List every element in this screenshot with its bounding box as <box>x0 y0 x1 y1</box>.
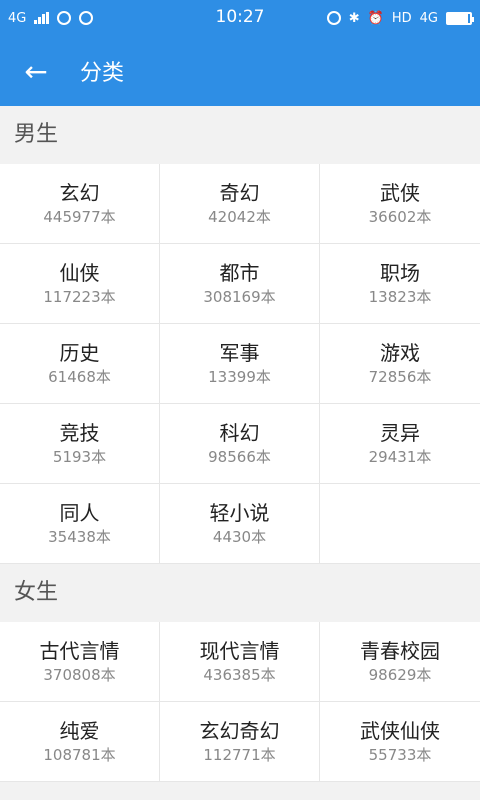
category-item[interactable]: 仙侠 117223本 <box>0 244 160 324</box>
category-name: 纯爱 <box>59 719 100 743</box>
sync-icon <box>57 11 72 25</box>
battery-icon <box>446 11 474 25</box>
category-item[interactable]: 军事 13399本 <box>160 324 320 404</box>
category-item[interactable]: 历史 61468本 <box>0 324 160 404</box>
status-left: 4G <box>8 10 94 26</box>
category-name: 青春校园 <box>360 639 440 663</box>
category-item[interactable]: 武侠仙侠 55733本 <box>320 702 480 782</box>
signal-icon <box>34 12 50 24</box>
category-count: 4430本 <box>212 528 267 546</box>
location-icon <box>79 11 94 25</box>
category-name: 灵异 <box>380 421 420 445</box>
category-name: 游戏 <box>380 341 420 365</box>
category-name: 同人 <box>59 501 100 525</box>
category-name: 古代言情 <box>39 639 120 663</box>
empty-cell <box>320 484 480 564</box>
category-name: 玄幻奇幻 <box>199 719 280 743</box>
category-item[interactable]: 竞技 5193本 <box>0 404 160 484</box>
category-count: 29431本 <box>368 448 432 466</box>
category-item[interactable]: 职场 13823本 <box>320 244 480 324</box>
category-count: 13823本 <box>368 288 432 306</box>
battery-level <box>448 13 468 23</box>
category-count: 36602本 <box>368 208 432 226</box>
category-count: 308169本 <box>203 288 276 306</box>
category-count: 117223本 <box>43 288 116 306</box>
arrow-left-icon: ← <box>24 54 48 88</box>
category-name: 历史 <box>59 341 100 365</box>
category-name: 科幻 <box>219 421 260 445</box>
status-time: 10:27 <box>215 7 265 27</box>
hd-label: HD <box>391 10 412 26</box>
category-item[interactable]: 武侠 36602本 <box>320 164 480 244</box>
category-name: 都市 <box>219 261 260 285</box>
category-name: 现代言情 <box>199 639 280 663</box>
category-name: 军事 <box>219 341 260 365</box>
category-item[interactable]: 纯爱 108781本 <box>0 702 160 782</box>
category-content[interactable]: 男生玄幻 445977本 奇幻 42042本 武侠 36602本仙侠 117223本 都市 30… <box>0 106 480 782</box>
category-count: 445977本 <box>43 208 116 226</box>
category-grid: 古代言情 370808本 现代言情 436385本 青春校园 98629本纯爱 108781… <box>0 622 480 782</box>
category-item[interactable]: 同人 35438本 <box>0 484 160 564</box>
category-count: 436385本 <box>203 666 276 684</box>
category-item[interactable]: 轻小说 4430本 <box>160 484 320 564</box>
category-count: 370808本 <box>43 666 116 684</box>
category-item[interactable]: 现代言情 436385本 <box>160 622 320 702</box>
category-count: 55733本 <box>368 746 432 764</box>
category-name: 玄幻 <box>59 181 100 205</box>
back-button[interactable]: ← <box>0 36 72 106</box>
category-count: 112771本 <box>203 746 276 764</box>
section-title: 女生 <box>0 564 480 622</box>
category-item[interactable]: 玄幻 445977本 <box>0 164 160 244</box>
category-name: 武侠 <box>380 181 420 205</box>
category-count: 35438本 <box>48 528 111 546</box>
category-count: 72856本 <box>368 368 432 386</box>
category-count: 98629本 <box>368 666 432 684</box>
page-title: 分类 <box>80 61 125 86</box>
category-name: 仙侠 <box>59 261 100 285</box>
category-item[interactable]: 科幻 98566本 <box>160 404 320 484</box>
category-count: 108781本 <box>43 746 116 764</box>
category-item[interactable]: 青春校园 98629本 <box>320 622 480 702</box>
category-item[interactable]: 游戏 72856本 <box>320 324 480 404</box>
category-name: 竞技 <box>59 421 100 445</box>
status-bar: 4G 10:27 ✱ ⏰ HD 4G <box>0 0 480 36</box>
category-item[interactable]: 玄幻奇幻 112771本 <box>160 702 320 782</box>
network-label: 4G <box>8 10 27 26</box>
category-count: 42042本 <box>208 208 271 226</box>
category-name: 轻小说 <box>209 501 270 525</box>
category-name: 奇幻 <box>219 181 260 205</box>
section-title: 男生 <box>0 106 480 164</box>
status-right: ✱ ⏰ HD 4G <box>326 10 474 26</box>
alarm-icon: ⏰ <box>367 10 384 26</box>
category-grid: 玄幻 445977本 奇幻 42042本 武侠 36602本仙侠 117223本 都市 3081… <box>0 164 480 564</box>
rotation-icon <box>326 11 341 25</box>
category-count: 98566本 <box>208 448 271 466</box>
category-count: 13399本 <box>208 368 271 386</box>
category-name: 职场 <box>380 261 420 285</box>
bluetooth-icon: ✱ <box>348 10 360 26</box>
category-name: 武侠仙侠 <box>360 719 440 743</box>
network-label-right: 4G <box>419 10 438 26</box>
category-item[interactable]: 都市 308169本 <box>160 244 320 324</box>
category-count: 5193本 <box>52 448 107 466</box>
category-item[interactable]: 古代言情 370808本 <box>0 622 160 702</box>
category-item[interactable]: 灵异 29431本 <box>320 404 480 484</box>
category-count: 61468本 <box>48 368 111 386</box>
app-bar: ← 分类 <box>0 36 480 106</box>
category-item[interactable]: 奇幻 42042本 <box>160 164 320 244</box>
